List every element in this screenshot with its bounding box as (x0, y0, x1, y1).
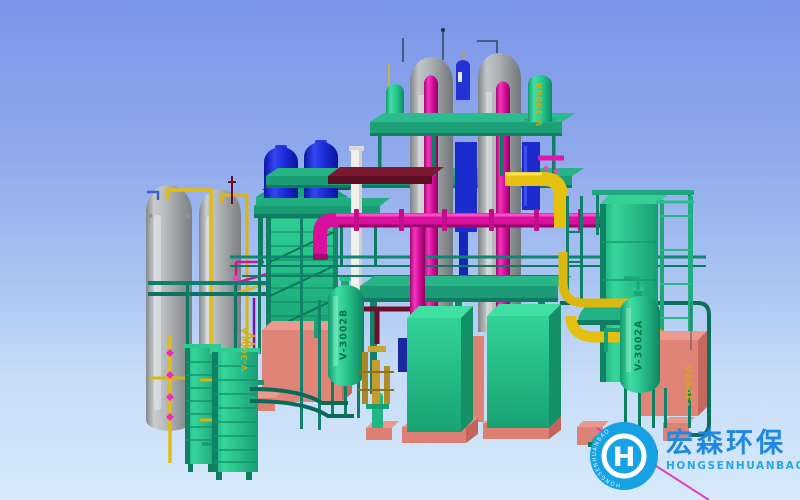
company-logo: H HONGSENHUANBAO 宏森环保 HONGSENHUANBAO (588, 420, 798, 498)
logo-monogram: H (613, 442, 636, 473)
maroon-beam (328, 167, 444, 184)
label-vessel-v3004a: V-3004A (534, 84, 545, 124)
brand-name-cn: 宏森环保 (666, 430, 800, 458)
label-vessel-v3002a: V-3002A (633, 305, 645, 385)
plant-3d-render: V-3002B V-3002A V-3004A V-3001A -3002A H… (0, 0, 800, 500)
label-tag-v3001a: V-3001A (239, 324, 250, 374)
label-tag-3002a: -3002A (684, 352, 695, 418)
right-supports (566, 196, 583, 302)
logo-emblem: H HONGSENHUANBAO (588, 420, 660, 492)
brand-name-en: HONGSENHUANBAO (666, 460, 800, 472)
label-vessel-v3002b: V-3002B (338, 295, 350, 373)
instrument-antennas (403, 29, 497, 63)
